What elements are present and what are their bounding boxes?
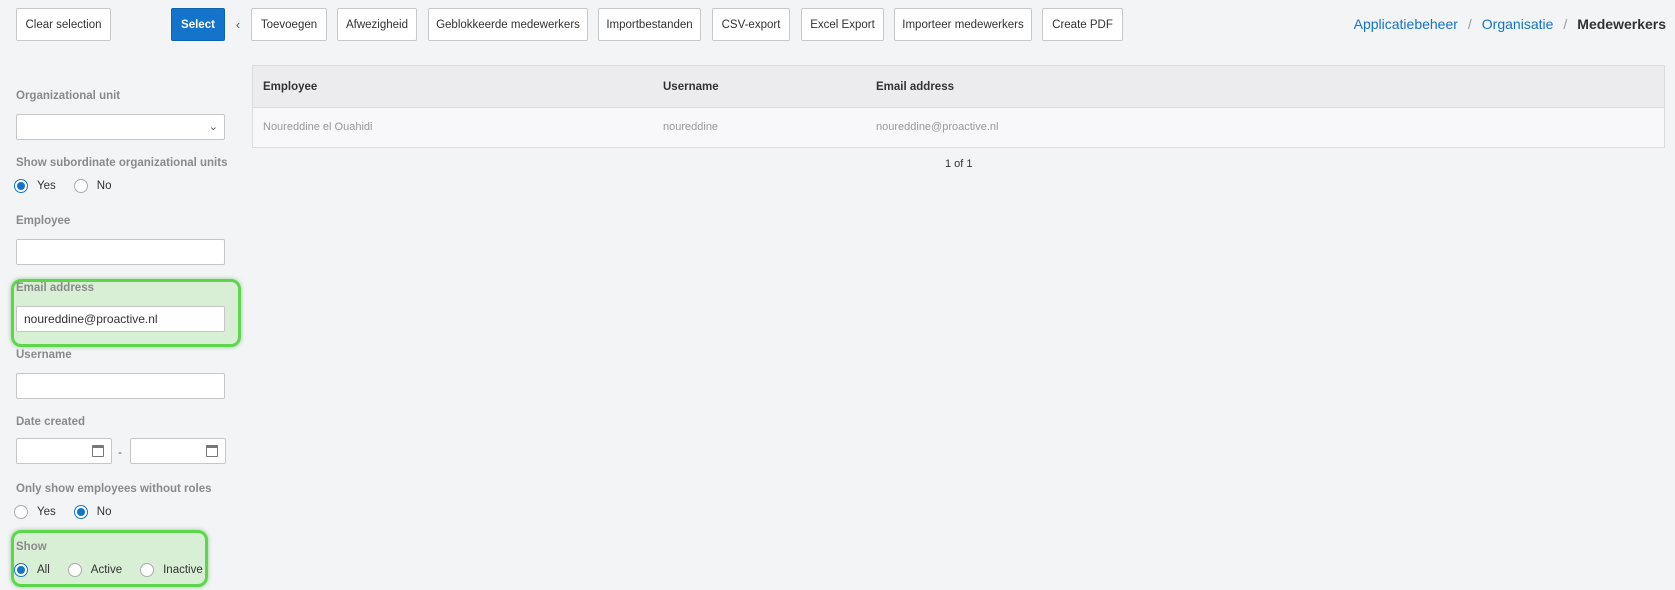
- date-created-label: Date created: [16, 416, 86, 428]
- create-pdf-button[interactable]: Create PDF: [1042, 8, 1123, 41]
- date-from-input[interactable]: [16, 438, 112, 464]
- subordinate-radio-group: Yes No: [14, 179, 129, 193]
- show-inactive-radio[interactable]: [140, 563, 155, 577]
- email-label: Email address: [16, 282, 94, 294]
- show-highlight: [11, 530, 208, 587]
- show-radio-group: All Active Inactive: [14, 563, 221, 577]
- without-roles-no-radio[interactable]: [73, 505, 88, 519]
- excel-export-button[interactable]: Excel Export: [801, 8, 884, 41]
- pagination-text: 1 of 1: [945, 158, 973, 170]
- cell-employee: Noureddine el Ouahidi: [263, 121, 373, 133]
- email-input[interactable]: [16, 306, 225, 332]
- org-unit-label: Organizational unit: [16, 90, 121, 102]
- importeer-medewerkers-button[interactable]: Importeer medewerkers: [894, 8, 1032, 41]
- breadcrumb-separator: /: [1467, 16, 1472, 32]
- subordinate-label: Show subordinate organizational units: [16, 157, 228, 169]
- toevoegen-button[interactable]: Toevoegen: [251, 8, 327, 41]
- without-roles-yes-radio[interactable]: [14, 505, 28, 519]
- breadcrumb: Applicatiebeheer / Organisatie / Medewer…: [1354, 16, 1666, 32]
- org-unit-select[interactable]: ⌄: [16, 114, 225, 140]
- table-row[interactable]: Noureddine el Ouahidi noureddine nouredd…: [253, 108, 1664, 147]
- column-header-email[interactable]: Email address: [876, 81, 954, 93]
- select-button[interactable]: Select: [171, 8, 225, 41]
- breadcrumb-applicatiebeheer[interactable]: Applicatiebeheer: [1354, 16, 1458, 32]
- breadcrumb-current: Medewerkers: [1577, 16, 1666, 32]
- calendar-icon[interactable]: [92, 445, 104, 457]
- show-label: Show: [16, 541, 47, 553]
- cell-username: noureddine: [663, 121, 719, 133]
- without-roles-radio-group: Yes No: [14, 505, 129, 519]
- clear-selection-button[interactable]: Clear selection: [16, 8, 111, 41]
- date-to-input[interactable]: [130, 438, 226, 464]
- subordinate-no-radio[interactable]: [73, 179, 88, 193]
- geblokkeerde-medewerkers-button[interactable]: Geblokkeerde medewerkers: [428, 8, 588, 41]
- username-label: Username: [16, 349, 72, 361]
- without-roles-label: Only show employees without roles: [16, 483, 212, 495]
- show-active-label: Active: [90, 564, 123, 576]
- afwezigheid-button[interactable]: Afwezigheid: [337, 8, 417, 41]
- column-header-employee[interactable]: Employee: [263, 81, 317, 93]
- show-all-label: All: [37, 564, 50, 576]
- cell-email: noureddine@proactive.nl: [876, 121, 999, 133]
- subordinate-yes-radio[interactable]: [14, 179, 28, 193]
- calendar-icon[interactable]: [206, 445, 218, 457]
- breadcrumb-organisatie[interactable]: Organisatie: [1482, 16, 1554, 32]
- without-roles-yes-label: Yes: [37, 506, 56, 518]
- show-inactive-label: Inactive: [163, 564, 203, 576]
- importbestanden-button[interactable]: Importbestanden: [598, 8, 701, 41]
- show-active-radio[interactable]: [67, 563, 82, 577]
- subordinate-yes-label: Yes: [37, 180, 56, 192]
- show-all-radio[interactable]: [14, 563, 28, 577]
- employee-input[interactable]: [16, 239, 225, 265]
- table-header: Employee Username Email address: [253, 66, 1664, 108]
- breadcrumb-separator: /: [1563, 16, 1568, 32]
- date-separator: -: [118, 445, 122, 459]
- column-header-username[interactable]: Username: [663, 81, 719, 93]
- csv-export-button[interactable]: CSV-export: [712, 8, 790, 41]
- chevron-down-icon: ⌄: [208, 121, 218, 133]
- employees-table: Employee Username Email address Noureddi…: [252, 65, 1665, 148]
- without-roles-no-label: No: [96, 506, 112, 518]
- chevron-left-icon[interactable]: ‹: [232, 14, 244, 34]
- employee-label: Employee: [16, 215, 71, 227]
- subordinate-no-label: No: [96, 180, 112, 192]
- username-input[interactable]: [16, 373, 225, 399]
